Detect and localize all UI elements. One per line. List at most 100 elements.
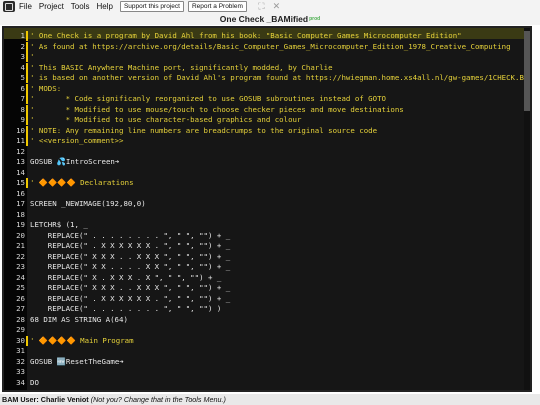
- code-line[interactable]: 3 ': [4, 52, 524, 63]
- line-number: 5: [20, 73, 25, 82]
- code-line[interactable]: 33: [4, 367, 524, 378]
- code-line[interactable]: 32 GOSUB 🆕ResetTheGame➔: [4, 357, 524, 368]
- line-text: WHILE NOT _MOUSEBUTTON : WEND: [30, 388, 177, 390]
- line-text: LETCHR$ (1, _: [30, 220, 88, 229]
- line-text: GOSUB 🆕ResetTheGame➔: [30, 356, 124, 366]
- code-line[interactable]: 25 REPLACE(" X X X . . X X X ", " ", "")…: [4, 283, 524, 294]
- line-text: ' One Check is a program by David Ahl fr…: [30, 31, 462, 40]
- line-text: REPLACE(" X . X X X . X ", " ", "") + _: [30, 272, 222, 282]
- report-problem-button[interactable]: Report a Problem: [187, 1, 247, 12]
- line-number: 20: [16, 230, 25, 240]
- code-line[interactable]: 23 REPLACE(" X X . . . . X X ", " ", "")…: [4, 262, 524, 273]
- line-text: DO: [30, 377, 39, 387]
- code-line[interactable]: 27 REPLACE(" . . . . . . . . ", " ", "")…: [4, 304, 524, 315]
- code-line[interactable]: 21 REPLACE(" . X X X X X X . ", " ", "")…: [4, 241, 524, 252]
- line-number: 3: [20, 52, 25, 61]
- line-number: 32: [16, 356, 25, 366]
- code-line[interactable]: 6 ' MODS:: [4, 83, 524, 95]
- code-line[interactable]: 24 REPLACE(" X . X X X . X ", " ", "") +…: [4, 273, 524, 284]
- code-line[interactable]: 26 REPLACE(" . X X X X X X . ", " ", "")…: [4, 294, 524, 305]
- code-line[interactable]: 29: [4, 325, 524, 336]
- status-user-name: Charlie Veniot: [40, 395, 89, 404]
- line-number: 21: [16, 241, 25, 250]
- support-project-button[interactable]: Support this project: [119, 1, 184, 12]
- line-text: ': [30, 52, 35, 61]
- comment-marker: [26, 62, 28, 73]
- code-line[interactable]: 2 ' As found at https://archive.org/detai…: [4, 41, 524, 53]
- comment-marker: [26, 125, 28, 136]
- code-editor-frame: 1 ' One Check is a program by David Ahl f…: [2, 26, 532, 392]
- code-line[interactable]: 4 ' This BASIC Anywhere Machine port, sig…: [4, 62, 524, 74]
- code-line[interactable]: 10 ' NOTE: Any remaining line numbers are…: [4, 125, 524, 137]
- line-number: 17: [16, 199, 25, 208]
- code-line[interactable]: 11 ' <<version_comment>>: [4, 136, 524, 147]
- line-text: ' is based on another version of David A…: [30, 73, 530, 82]
- code-line[interactable]: 7 ' * Code significanly reorganized to us…: [4, 94, 524, 105]
- line-number: 23: [16, 262, 25, 271]
- comment-marker: [26, 83, 28, 94]
- code-line[interactable]: 13 GOSUB 💦IntroScreen➔: [4, 157, 524, 168]
- line-number: 14: [16, 167, 25, 177]
- project-title: One Check _BAMified: [219, 14, 309, 24]
- code-line[interactable]: 16: [4, 189, 524, 200]
- code-line[interactable]: 15 ' 🔶🔶🔶🔶 Declarations: [4, 178, 524, 189]
- line-number: 10: [16, 125, 25, 135]
- line-number: 30: [16, 335, 25, 345]
- line-text: REPLACE(" . . . . . . . . ", " ", "") ): [30, 304, 222, 313]
- comment-marker: [26, 52, 28, 62]
- code-line[interactable]: 28 68 DIM AS STRING A(64): [4, 315, 524, 326]
- line-number: 4: [20, 62, 25, 72]
- close-icon[interactable]: ✕: [272, 2, 281, 11]
- line-number: 26: [16, 293, 25, 303]
- line-number: 8: [20, 104, 25, 114]
- line-text: REPLACE(" X X X . . X X X ", " ", "") + …: [30, 283, 231, 292]
- comment-marker: [26, 94, 28, 104]
- line-text: REPLACE(" . X X X X X X . ", " ", "") + …: [30, 241, 231, 250]
- menu-project[interactable]: Project: [39, 2, 64, 11]
- code-line[interactable]: 18: [4, 210, 524, 221]
- comment-marker: [26, 41, 28, 52]
- code-line[interactable]: 17 SCREEN _NEWIMAGE(192,80,0): [4, 199, 524, 210]
- line-number: 6: [20, 83, 25, 93]
- menu-help[interactable]: Help: [96, 2, 112, 11]
- code-editor[interactable]: 1 ' One Check is a program by David Ahl f…: [4, 28, 530, 390]
- code-line[interactable]: 34 DO: [4, 378, 524, 389]
- code-line[interactable]: 22 REPLACE(" X X X . . X X X ", " ", "")…: [4, 252, 524, 263]
- code-line[interactable]: 19 LETCHR$ (1, _: [4, 220, 524, 231]
- project-title-bar: One Check _BAMifiedprod: [0, 13, 540, 25]
- line-number: 31: [16, 346, 25, 355]
- line-number: 13: [16, 157, 25, 166]
- fullscreen-icon[interactable]: ⛶: [257, 2, 266, 11]
- menu-file[interactable]: File: [19, 2, 32, 11]
- line-text: REPLACE(" X X . . . . X X ", " ", "") + …: [30, 262, 231, 271]
- line-number: 22: [16, 251, 25, 261]
- app-logo-icon: [3, 1, 15, 12]
- code-line[interactable]: 1 ' One Check is a program by David Ahl f…: [4, 31, 524, 42]
- comment-marker: [26, 115, 28, 125]
- line-text: REPLACE(" . . . . . . . . ", " ", "") + …: [30, 230, 231, 240]
- line-number: 28: [16, 314, 25, 324]
- code-line[interactable]: 31: [4, 346, 524, 357]
- editor-scrollbar[interactable]: [524, 28, 530, 390]
- line-number: 15: [16, 178, 25, 187]
- code-line[interactable]: 9 ' * Modified to use character-based gra…: [4, 115, 524, 126]
- menu-tools[interactable]: Tools: [71, 2, 90, 11]
- line-text: REPLACE(" X X X . . X X X ", " ", "") + …: [30, 251, 231, 261]
- comment-marker: [26, 73, 28, 83]
- line-number: 25: [16, 283, 25, 292]
- code-line[interactable]: 8 ' * Modified to use mouse/touch to choo…: [4, 104, 524, 116]
- code-line[interactable]: 5 ' is based on another version of David …: [4, 73, 530, 84]
- line-text: ' * Modified to use mouse/touch to choos…: [30, 104, 404, 114]
- code-line[interactable]: 30 ' 🔶🔶🔶🔶 Main Program: [4, 335, 524, 347]
- code-line[interactable]: 20 REPLACE(" . . . . . . . . ", " ", "")…: [4, 231, 524, 242]
- line-text: ' As found at https://archive.org/detail…: [30, 41, 511, 51]
- code-line[interactable]: 12: [4, 147, 524, 158]
- comment-marker: [26, 335, 28, 346]
- code-line[interactable]: 35 WHILE NOT _MOUSEBUTTON : WEND: [4, 388, 524, 390]
- status-note: (Not you? Change that in the Tools Menu.…: [90, 395, 226, 404]
- comment-marker: [26, 104, 28, 115]
- line-number: 24: [16, 272, 25, 282]
- scrollbar-thumb[interactable]: [524, 31, 530, 111]
- comment-marker: [26, 31, 28, 41]
- code-line[interactable]: 14: [4, 168, 524, 179]
